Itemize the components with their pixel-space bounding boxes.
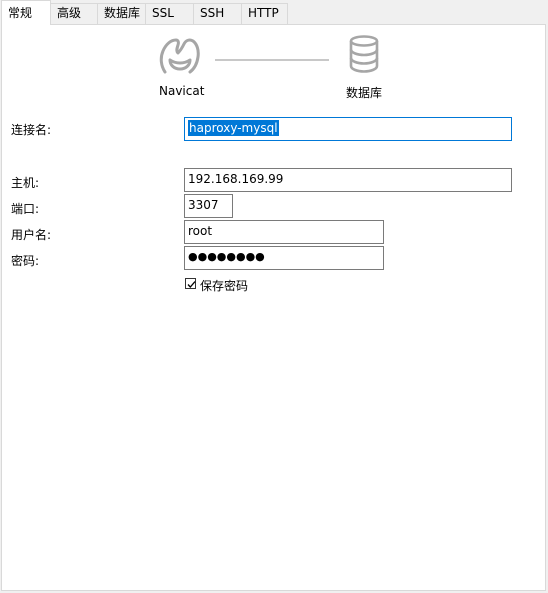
database-label: 数据库	[346, 86, 383, 100]
host-input[interactable]: 192.168.169.99	[184, 168, 512, 192]
tab-bar: 常规 高级 数据库 SSL SSH HTTP	[0, 0, 548, 25]
tab-database[interactable]: 数据库	[97, 3, 146, 24]
connection-name-label: 连接名:	[11, 123, 52, 137]
tab-ssl[interactable]: SSL	[145, 3, 194, 24]
host-label: 主机:	[11, 176, 40, 190]
save-password-label[interactable]: 保存密码	[200, 277, 248, 294]
connection-name-input[interactable]: haproxy-mysql	[184, 117, 512, 141]
checkmark-icon	[187, 281, 196, 288]
tab-ssh[interactable]: SSH	[193, 3, 242, 24]
username-input[interactable]: root	[184, 220, 384, 244]
save-password-checkbox[interactable]	[185, 278, 196, 289]
navicat-logo-icon	[159, 36, 201, 74]
tab-advanced[interactable]: 高级	[50, 3, 98, 24]
connection-name-value: haproxy-mysql	[188, 120, 279, 136]
port-label: 端口:	[11, 202, 40, 216]
password-label: 密码:	[11, 254, 40, 268]
port-input[interactable]: 3307	[184, 194, 233, 218]
tab-general[interactable]: 常规	[1, 0, 51, 25]
connection-line	[215, 59, 329, 61]
navicat-label: Navicat	[159, 84, 205, 98]
password-input[interactable]: ●●●●●●●●	[184, 246, 384, 270]
tab-http[interactable]: HTTP	[241, 3, 288, 24]
username-label: 用户名:	[11, 228, 52, 242]
database-icon	[349, 35, 379, 73]
general-panel	[1, 24, 546, 591]
